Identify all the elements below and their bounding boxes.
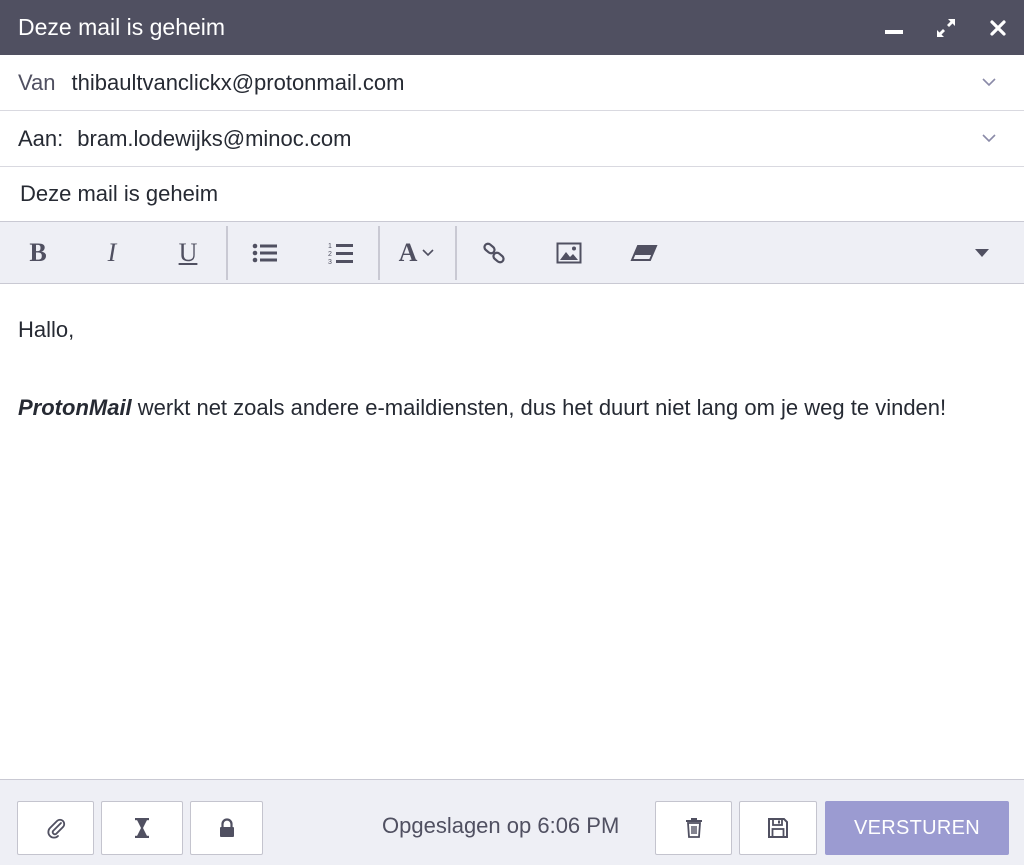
bullet-list-button[interactable] (235, 222, 295, 283)
numbered-list-button[interactable]: 1 2 3 (311, 222, 371, 283)
lock-icon (219, 818, 234, 837)
toolbar-divider (378, 226, 380, 280)
message-paragraph: ProtonMail werkt net zoals andere e-mail… (18, 388, 1008, 427)
italic-icon: I (107, 237, 117, 267)
bold-button[interactable]: B (8, 222, 68, 283)
close-icon (990, 19, 1006, 36)
minimize-icon (885, 29, 903, 34)
paperclip-icon (46, 818, 65, 839)
svg-text:1: 1 (328, 243, 332, 250)
more-options-button[interactable] (952, 222, 1012, 283)
window-controls (868, 0, 1024, 55)
link-button[interactable] (464, 222, 524, 283)
subject-text: Deze mail is geheim (20, 181, 219, 206)
image-button[interactable] (539, 222, 599, 283)
link-icon (483, 242, 505, 263)
font-button[interactable]: A (386, 222, 448, 283)
message-greeting: Hallo, (18, 317, 75, 342)
clear-formatting-button[interactable] (614, 222, 674, 283)
expand-icon (937, 18, 955, 37)
underline-icon: U (178, 237, 198, 267)
numbered-list-icon: 1 2 3 (328, 243, 353, 265)
message-brand: ProtonMail (18, 395, 132, 420)
bold-icon: B (29, 237, 47, 267)
save-status: Opgeslagen op 6:06 PM (382, 813, 620, 838)
message-body[interactable]: Hallo, ProtonMail werkt net zoals andere… (18, 310, 1008, 427)
composer-titlebar: Deze mail is geheim (0, 0, 1024, 55)
message-text: werkt net zoals andere e-maildiensten, d… (131, 395, 947, 420)
chevron-down-icon (422, 248, 434, 256)
close-button[interactable] (972, 0, 1024, 55)
to-row[interactable]: Aan: bram.lodewijks@minoc.com (0, 111, 1024, 167)
from-label: Van (18, 69, 56, 95)
eraser-icon (630, 244, 658, 261)
save-draft-button[interactable] (739, 801, 817, 855)
encryption-button[interactable] (190, 801, 263, 855)
svg-text:2: 2 (328, 251, 332, 258)
minimize-button[interactable] (868, 0, 920, 55)
send-button[interactable]: VERSTUREN (825, 801, 1009, 855)
font-icon: A (398, 237, 418, 267)
hourglass-icon (135, 818, 149, 838)
subject-input[interactable]: Deze mail is geheim (0, 167, 1024, 222)
bullet-list-icon (252, 243, 277, 262)
composer-title: Deze mail is geheim (18, 14, 226, 40)
expiration-button[interactable] (101, 801, 183, 855)
composer-footer: Opgeslagen op 6:06 PM VERSTUREN (0, 779, 1024, 865)
trash-icon (685, 818, 702, 838)
save-icon (768, 818, 788, 838)
more-dropdown-icon (975, 248, 989, 257)
toolbar-divider (455, 226, 457, 280)
formatting-toolbar: B I U 1 2 3 A (0, 222, 1024, 284)
from-address[interactable]: thibaultvanclickx@protonmail.com (72, 70, 405, 96)
delete-draft-button[interactable] (655, 801, 732, 855)
svg-text:3: 3 (328, 259, 332, 265)
toolbar-divider (226, 226, 228, 280)
italic-button[interactable]: I (82, 222, 142, 283)
expand-button[interactable] (920, 0, 972, 55)
attach-button[interactable] (17, 801, 94, 855)
image-icon (556, 242, 582, 263)
to-recipient[interactable]: bram.lodewijks@minoc.com (77, 126, 351, 152)
chevron-down-icon[interactable] (980, 75, 998, 89)
from-row[interactable]: Van thibaultvanclickx@protonmail.com (0, 55, 1024, 111)
underline-button[interactable]: U (158, 222, 218, 283)
to-label: Aan: (18, 125, 64, 151)
chevron-down-icon[interactable] (980, 131, 998, 145)
